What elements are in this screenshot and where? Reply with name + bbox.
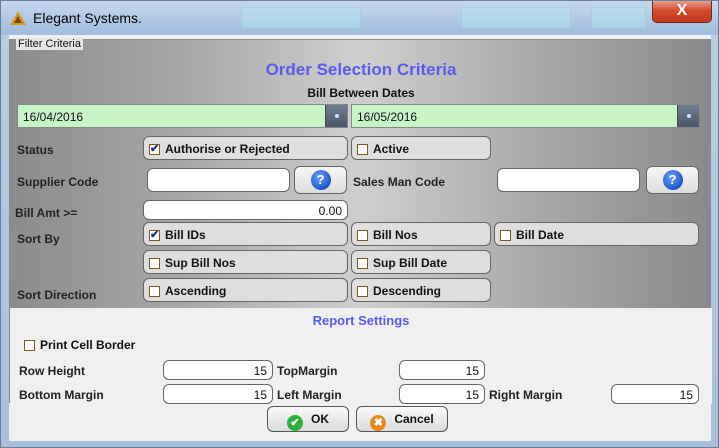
checkbox-icon [357, 144, 368, 155]
checkbox-icon [149, 142, 160, 155]
left-margin-input[interactable]: 15 [399, 384, 485, 404]
cancel-button[interactable]: ✖ Cancel [356, 406, 448, 432]
sort-descending-checkbox[interactable]: Descending [351, 278, 491, 302]
app-logo-icon [10, 11, 26, 25]
dialog-content: Filter Criteria Order Selection Criteria… [9, 35, 712, 441]
filter-criteria-legend: Filter Criteria [16, 38, 83, 50]
ok-label: OK [311, 412, 329, 426]
row-height-input[interactable]: 15 [163, 360, 273, 380]
status-active-checkbox[interactable]: Active [351, 136, 491, 160]
sort-bill-date-checkbox[interactable]: Bill Date [494, 222, 699, 246]
bottom-margin-label: Bottom Margin [19, 388, 104, 402]
checkbox-label: Bill Nos [373, 228, 418, 242]
order-selection-heading: Order Selection Criteria [265, 60, 457, 79]
titlebar-background-field [241, 7, 361, 29]
checkbox-icon [149, 228, 160, 241]
calendar-icon[interactable] [677, 105, 699, 127]
top-margin-label: TopMargin [277, 364, 338, 378]
filter-criteria-panel: Filter Criteria Order Selection Criteria… [9, 38, 712, 404]
date-to-value: 16/05/2016 [357, 110, 418, 124]
window-title: Elegant Systems. [33, 10, 142, 26]
checkbox-label: Print Cell Border [40, 338, 136, 352]
checkbox-icon [357, 230, 368, 241]
title-bar: Elegant Systems. X [1, 1, 718, 35]
supplier-help-button[interactable]: ? [294, 166, 347, 194]
supplier-code-input[interactable] [147, 168, 290, 192]
bill-amt-input[interactable]: 0.00 [143, 200, 348, 220]
app-window: Elegant Systems. X Filter Criteria Order… [0, 0, 719, 448]
checkbox-label: Bill Date [516, 228, 565, 242]
top-margin-input[interactable]: 15 [399, 360, 485, 380]
sales-man-help-button[interactable]: ? [646, 166, 699, 194]
report-settings-panel: Report Settings Print Cell Border Row He… [10, 308, 712, 404]
date-from-value: 16/04/2016 [23, 110, 84, 124]
checkbox-icon [357, 286, 368, 297]
sales-man-code-label: Sales Man Code [353, 175, 446, 189]
row-height-label: Row Height [19, 364, 85, 378]
report-settings-heading: Report Settings [312, 313, 410, 328]
sort-bill-ids-checkbox[interactable]: Bill IDs [143, 222, 348, 246]
help-icon: ? [310, 170, 331, 190]
checkbox-label: Sup Bill Date [373, 256, 448, 270]
checkbox-label: Bill IDs [165, 228, 206, 242]
ok-button[interactable]: ✔ OK [267, 406, 349, 432]
titlebar-background-field [591, 7, 646, 29]
checkbox-label: Authorise or Rejected [165, 142, 290, 156]
checkbox-icon [24, 340, 35, 351]
checkbox-icon [149, 286, 160, 297]
date-from-field[interactable]: 16/04/2016 [17, 104, 348, 128]
sort-by-label: Sort By [17, 232, 60, 246]
checkbox-icon [357, 258, 368, 269]
right-margin-label: Right Margin [489, 388, 563, 402]
print-cell-border-checkbox[interactable]: Print Cell Border [24, 338, 135, 352]
sort-ascending-checkbox[interactable]: Ascending [143, 278, 348, 302]
bill-between-dates-label: Bill Between Dates [307, 86, 415, 100]
left-margin-label: Left Margin [277, 388, 342, 402]
checkbox-label: Sup Bill Nos [165, 256, 236, 270]
right-margin-input[interactable]: 15 [611, 384, 699, 404]
sort-sup-bill-date-checkbox[interactable]: Sup Bill Date [351, 250, 491, 274]
bottom-margin-input[interactable]: 15 [163, 384, 273, 404]
status-authorise-checkbox[interactable]: Authorise or Rejected [143, 136, 348, 160]
cancel-icon: ✖ [370, 415, 387, 431]
checkbox-label: Ascending [165, 284, 227, 298]
sort-sup-bill-nos-checkbox[interactable]: Sup Bill Nos [143, 250, 348, 274]
bill-amt-label: Bill Amt >= [15, 206, 78, 220]
help-icon: ? [662, 170, 683, 190]
status-label: Status [17, 143, 54, 157]
checkbox-label: Descending [373, 284, 442, 298]
ok-check-icon: ✔ [287, 415, 303, 431]
supplier-code-label: Supplier Code [17, 175, 99, 189]
titlebar-background-field [461, 7, 571, 29]
checkbox-label: Active [373, 142, 410, 156]
checkbox-icon [149, 258, 160, 269]
cancel-label: Cancel [394, 412, 434, 426]
sort-direction-label: Sort Direction [17, 288, 97, 302]
sales-man-code-input[interactable] [497, 168, 640, 192]
checkbox-icon [500, 230, 511, 241]
date-to-field[interactable]: 16/05/2016 [351, 104, 700, 128]
sort-bill-nos-checkbox[interactable]: Bill Nos [351, 222, 491, 246]
calendar-icon[interactable] [325, 105, 347, 127]
close-button[interactable]: X [652, 1, 712, 23]
